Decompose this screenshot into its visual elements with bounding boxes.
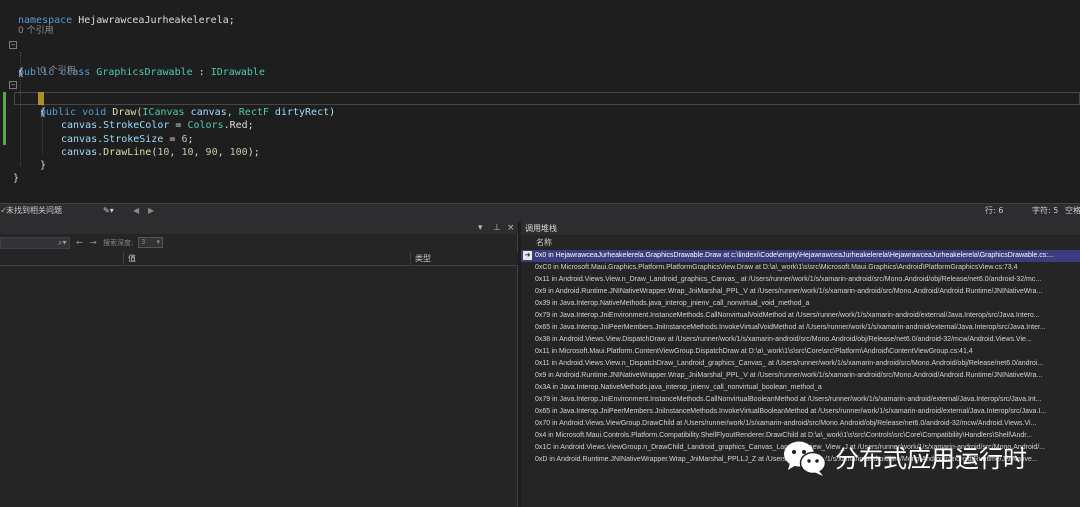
brace: } bbox=[13, 173, 20, 184]
call-stack-frame[interactable]: 0x79 in Java.Interop.JniEnvironment.Inst… bbox=[521, 394, 1080, 406]
panel-titlebar: 调用堆栈 bbox=[521, 222, 1080, 235]
column-name[interactable]: 名称 bbox=[536, 235, 552, 250]
frame-text: 0x70 in Android.Views.ViewGroup.DrawChil… bbox=[535, 420, 1037, 427]
frame-text: 0x39 in Java.Interop.NativeMethods.java_… bbox=[535, 300, 810, 307]
pin-icon[interactable]: ⊥ bbox=[493, 222, 501, 234]
call-stack-frame[interactable]: 0x9 in Android.Runtime.JNINativeWrapper.… bbox=[521, 286, 1080, 298]
code-line-draw-line[interactable]: canvas.DrawLine(10, 10, 90, 100); bbox=[0, 132, 1080, 158]
code-line-close-outer[interactable]: } bbox=[0, 158, 1080, 184]
collapse-icon[interactable]: − bbox=[9, 81, 17, 89]
code-editor[interactable]: namespace HejawrawceaJurheakelerela; 0 个… bbox=[0, 0, 1080, 203]
frame-text: 0x79 in Java.Interop.JniEnvironment.Inst… bbox=[535, 396, 1042, 403]
frame-text: 0x9 in Android.Runtime.JNINativeWrapper.… bbox=[535, 372, 1043, 379]
reference-count-lens[interactable]: 0 个引用 bbox=[18, 25, 54, 37]
chevron-right-icon[interactable]: ▶ bbox=[148, 204, 154, 218]
search-row: ⌕▾ ← → 搜索深度: 3 ▾ bbox=[0, 234, 518, 252]
search-icon[interactable]: ⌕▾ bbox=[58, 237, 67, 249]
call-stack-frame[interactable]: 0x38 in Android.Views.View.DispatchDraw … bbox=[521, 334, 1080, 346]
code-line-stroke-color[interactable]: canvas.StrokeColor = Colors.Red; bbox=[0, 105, 1080, 131]
code-line-stroke-size[interactable]: canvas.StrokeSize = 6; bbox=[0, 119, 1080, 145]
call-stack-frame[interactable]: 0xC0 in Microsoft.Maui.Graphics.Platform… bbox=[521, 262, 1080, 274]
frame-text: 0x11 in Android.Views.View.n_Draw_Landro… bbox=[535, 276, 1042, 283]
call-stack-frame[interactable]: 0x3A in Java.Interop.NativeMethods.java_… bbox=[521, 382, 1080, 394]
code-line-close-inner[interactable]: } bbox=[0, 145, 1080, 171]
locals-panel: ▾ ⊥ × ⌕▾ ← → 搜索深度: 3 ▾ 值 类型 bbox=[0, 222, 518, 507]
frame-text: 0x79 in Java.Interop.JniEnvironment.Inst… bbox=[535, 312, 1040, 319]
column-header: 名称 bbox=[521, 235, 1080, 250]
column-type[interactable]: 类型 bbox=[415, 252, 431, 266]
issues-status[interactable]: 未找到相关问题 bbox=[6, 204, 62, 218]
call-stack-frame[interactable]: 0x65 in Java.Interop.JniPeerMembers.JniI… bbox=[521, 406, 1080, 418]
chevron-left-icon[interactable]: ◀ bbox=[133, 204, 139, 218]
watermark: 分布式应用运行时 bbox=[783, 436, 1053, 482]
watermark-text: 分布式应用运行时 bbox=[835, 445, 1027, 473]
call-stack-frame[interactable]: 0x11 in Android.Views.View.n_Draw_Landro… bbox=[521, 274, 1080, 286]
frame-text: 0x11 in Microsoft.Maui.Platform.ContentV… bbox=[535, 348, 973, 355]
depth-value: 3 bbox=[141, 238, 146, 246]
panel-title[interactable]: 调用堆栈 bbox=[525, 222, 557, 235]
column-value[interactable]: 值 bbox=[128, 252, 136, 266]
call-stack-frame[interactable]: 0x11 in Microsoft.Maui.Platform.ContentV… bbox=[521, 346, 1080, 358]
frame-text: 0x65 in Java.Interop.JniPeerMembers.JniI… bbox=[535, 324, 1046, 331]
frame-text: 0x0 in HejawrawceaJurheakelerela.Graphic… bbox=[535, 252, 1055, 259]
call-stack-frame[interactable]: 0x9 in Android.Runtime.JNINativeWrapper.… bbox=[521, 370, 1080, 382]
line-indicator[interactable]: 行: 6 bbox=[985, 204, 1003, 218]
code-line-class[interactable]: − public class GraphicsDrawable : IDrawa… bbox=[0, 38, 1080, 78]
brush-icon[interactable]: ✎▾ bbox=[103, 204, 114, 218]
frame-text: 0x11 in Android.Views.View.n_DispatchDra… bbox=[535, 360, 1044, 367]
frame-text: 0xC0 in Microsoft.Maui.Graphics.Platform… bbox=[535, 264, 1018, 271]
forward-arrow-icon[interactable]: → bbox=[90, 237, 97, 249]
whitespace-mode[interactable]: 空格 bbox=[1065, 204, 1080, 218]
punctuation: : bbox=[198, 67, 205, 78]
frame-text: 0x9 in Android.Runtime.JNINativeWrapper.… bbox=[535, 288, 1043, 295]
call-stack-frame[interactable]: 0x11 in Android.Views.View.n_DispatchDra… bbox=[521, 358, 1080, 370]
search-depth-select[interactable]: 3 ▾ bbox=[138, 237, 163, 248]
current-frame-arrow-icon: ➜ bbox=[523, 251, 532, 260]
back-arrow-icon[interactable]: ← bbox=[76, 237, 83, 249]
collapse-icon[interactable]: − bbox=[9, 41, 17, 49]
namespace-name: HejawrawceaJurheakelerela; bbox=[78, 15, 235, 26]
frame-text: 0x65 in Java.Interop.JniPeerMembers.JniI… bbox=[535, 408, 1047, 415]
editor-status-bar: ✓ 未找到相关问题 ✎▾ ◀ ▶ 行: 6 字符: 5 空格 bbox=[0, 203, 1080, 218]
char-indicator[interactable]: 字符: 5 bbox=[1032, 204, 1058, 218]
dropdown-icon[interactable]: ▾ bbox=[478, 222, 483, 234]
wechat-icon bbox=[784, 441, 827, 476]
code-line-brace[interactable]: { bbox=[0, 52, 1080, 78]
code-line-method[interactable]: − public void Draw(ICanvas canvas, RectF… bbox=[0, 78, 1080, 118]
chevron-down-icon: ▾ bbox=[156, 238, 160, 246]
frame-text: 0x3A in Java.Interop.NativeMethods.java_… bbox=[535, 384, 822, 391]
column-divider[interactable] bbox=[123, 252, 124, 266]
frame-text: 0x38 in Android.Views.View.DispatchDraw … bbox=[535, 336, 1032, 343]
call-stack-frame[interactable]: 0x39 in Java.Interop.NativeMethods.java_… bbox=[521, 298, 1080, 310]
call-stack-frame[interactable]: 0x70 in Android.Views.ViewGroup.DrawChil… bbox=[521, 418, 1080, 430]
search-depth-label: 搜索深度: bbox=[103, 239, 134, 247]
code-line-namespace[interactable]: namespace HejawrawceaJurheakelerela; bbox=[0, 0, 1080, 26]
call-stack-frame[interactable]: 0x65 in Java.Interop.JniPeerMembers.JniI… bbox=[521, 322, 1080, 334]
panel-titlebar: ▾ ⊥ × bbox=[0, 222, 518, 234]
column-divider[interactable] bbox=[410, 252, 411, 266]
close-icon[interactable]: × bbox=[507, 222, 515, 234]
class-name: GraphicsDrawable bbox=[96, 67, 193, 78]
interface-name: IDrawable bbox=[210, 67, 265, 78]
reference-count-lens[interactable]: 0 个引用 bbox=[40, 65, 76, 77]
code-line-inner-brace[interactable]: { bbox=[0, 92, 1080, 118]
call-stack-frame[interactable]: 0x79 in Java.Interop.JniEnvironment.Inst… bbox=[521, 310, 1080, 322]
column-header: 值 类型 bbox=[0, 252, 518, 266]
call-stack-frame[interactable]: ➜ 0x0 in HejawrawceaJurheakelerela.Graphi… bbox=[521, 250, 1080, 262]
